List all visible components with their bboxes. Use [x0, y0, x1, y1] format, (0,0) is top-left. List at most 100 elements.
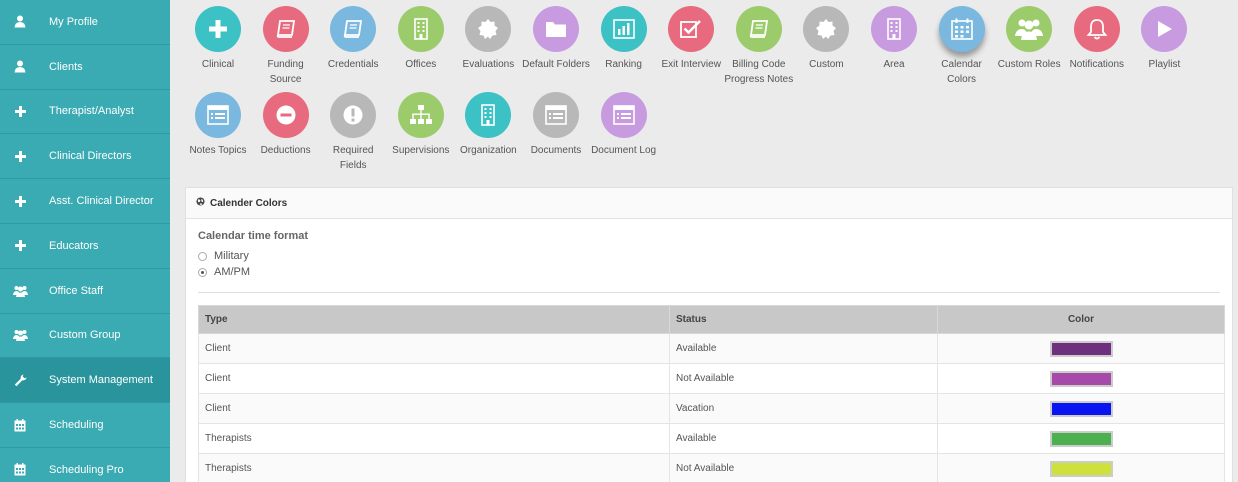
tile-label: Credentials [327, 59, 379, 70]
sidebar-item-my-profile[interactable]: My Profile [0, 0, 170, 45]
table-row: Therapists Available [198, 423, 1225, 454]
color-swatch[interactable] [1049, 430, 1113, 447]
tile-billing-code-progress-notes[interactable]: Billing Code Progress Notes [724, 6, 794, 87]
book-icon [330, 6, 377, 52]
tile-required-fields[interactable]: Required Fields [318, 92, 388, 173]
cell-type: Therapists [198, 453, 670, 482]
tile-playlist[interactable]: Playlist [1129, 6, 1199, 72]
badge-icon [803, 6, 850, 52]
tile-funding-source[interactable]: Funding Source [251, 6, 321, 87]
calendar-icon [0, 418, 40, 432]
tile-ranking[interactable]: Ranking [589, 6, 659, 72]
tile-label: Required Fields [332, 145, 374, 171]
sidebar-item-clinical-directors[interactable]: Clinical Directors [0, 134, 170, 180]
tile-deductions[interactable]: Deductions [251, 92, 321, 158]
list-icon [600, 92, 647, 138]
color-swatch[interactable] [1049, 400, 1113, 417]
user-icon [0, 15, 40, 28]
tile-label: Custom Roles [997, 59, 1061, 70]
tile-calendar-colors[interactable]: Calendar Colors [927, 6, 997, 87]
list-icon [533, 92, 579, 138]
radio-ampm[interactable]: AM/PM [198, 264, 1220, 280]
tile-documents[interactable]: Documents [521, 92, 591, 158]
tile-credentials[interactable]: Credentials [318, 6, 388, 72]
plus-icon [0, 195, 40, 207]
tile-label: Area [883, 59, 905, 70]
tile-label: Clinical [201, 59, 235, 70]
sidebar-item-custom-group[interactable]: Custom Group [0, 314, 170, 359]
tile-document-log[interactable]: Document Log [589, 92, 659, 158]
panel-header: Calender Colors [186, 188, 1232, 219]
cell-color [937, 453, 1225, 482]
sidebar-item-label: Clients [49, 60, 83, 73]
book-icon [735, 6, 782, 52]
plus-icon [0, 150, 40, 162]
bar-chart-icon [600, 6, 647, 52]
cell-color [937, 363, 1225, 394]
tile-custom[interactable]: Custom [791, 6, 861, 72]
color-swatch[interactable] [1049, 460, 1113, 477]
sidebar-item-label: Custom Group [49, 329, 121, 342]
col-header-status: Status [669, 305, 938, 334]
building-icon [397, 6, 444, 52]
tile-custom-roles[interactable]: Custom Roles [994, 6, 1064, 72]
cell-type: Client [198, 333, 670, 364]
cell-status: Not Available [669, 363, 938, 394]
tile-label: Document Log [591, 145, 657, 156]
sidebar-item-label: Therapist/Analyst [49, 105, 134, 118]
calendar-colors-panel: Calender Colors Calendar time format Mil… [185, 187, 1233, 482]
minus-circle-icon [262, 92, 309, 138]
tile-label: Exit Interview [661, 59, 721, 70]
tile-offices[interactable]: Offices [386, 6, 456, 72]
sidebar-item-educators[interactable]: Educators [0, 224, 170, 269]
tile-label: Default Folders [522, 59, 590, 70]
cell-type: Therapists [198, 423, 670, 454]
sidebar-item-scheduling-pro[interactable]: Scheduling Pro [0, 448, 170, 482]
sidebar-item-office-staff[interactable]: Office Staff [0, 269, 170, 314]
sidebar-item-label: Office Staff [49, 284, 104, 297]
cell-color [937, 333, 1225, 364]
radio-military-label: Military [214, 250, 249, 262]
users-icon [0, 285, 40, 297]
radio-military[interactable]: Military [198, 248, 1220, 264]
sidebar-item-clients[interactable]: Clients [0, 45, 170, 90]
sidebar-item-scheduling[interactable]: Scheduling [0, 403, 170, 448]
tile-label: Playlist [1148, 59, 1181, 70]
tile-notes-topics[interactable]: Notes Topics [183, 92, 253, 158]
sidebar-item-therapist-analyst[interactable]: Therapist/Analyst [0, 90, 170, 135]
sidebar-item-label: Educators [49, 239, 99, 252]
cell-type: Client [198, 393, 670, 424]
tile-notifications[interactable]: Notifications [1062, 6, 1132, 72]
tile-area[interactable]: Area [859, 6, 929, 72]
table-row: Client Vacation [198, 393, 1225, 424]
sidebar-item-asst-clinical-director[interactable]: Asst. Clinical Director [0, 179, 170, 224]
tile-label: Supervisions [392, 145, 450, 156]
color-swatch[interactable] [1049, 370, 1113, 387]
col-header-color: Color [937, 305, 1225, 334]
color-swatch[interactable] [1049, 340, 1113, 357]
sidebar-item-label: Asst. Clinical Director [49, 195, 154, 208]
radio-military-input[interactable] [198, 251, 207, 261]
tile-organization[interactable]: Organization [453, 92, 523, 158]
col-header-type: Type [198, 305, 670, 334]
tile-label: Calendar Colors [941, 59, 982, 85]
tile-supervisions[interactable]: Supervisions [386, 92, 456, 158]
tile-exit-interview[interactable]: Exit Interview [656, 6, 726, 72]
exclamation-icon [330, 92, 377, 138]
calendar-icon [938, 6, 985, 52]
time-format-label: Calendar time format [198, 230, 309, 242]
tile-evaluations[interactable]: Evaluations [453, 6, 523, 72]
users-icon [0, 329, 40, 342]
tile-clinical[interactable]: Clinical [183, 6, 253, 72]
main-content: Clinical Funding Source Credentials Offices… [170, 0, 1238, 482]
tile-default-folders[interactable]: Default Folders [521, 6, 591, 72]
tile-label: Funding Source [267, 59, 304, 85]
play-icon [1141, 6, 1188, 52]
radio-ampm-input[interactable] [198, 267, 207, 277]
sidebar-item-system-management[interactable]: System Management [0, 358, 170, 404]
plus-icon [0, 105, 40, 117]
sidebar-item-label: Scheduling [49, 419, 104, 432]
tile-label: Organization [460, 145, 517, 156]
table-row: Client Not Available [198, 363, 1225, 394]
table-row: Therapists Not Available [198, 453, 1225, 482]
